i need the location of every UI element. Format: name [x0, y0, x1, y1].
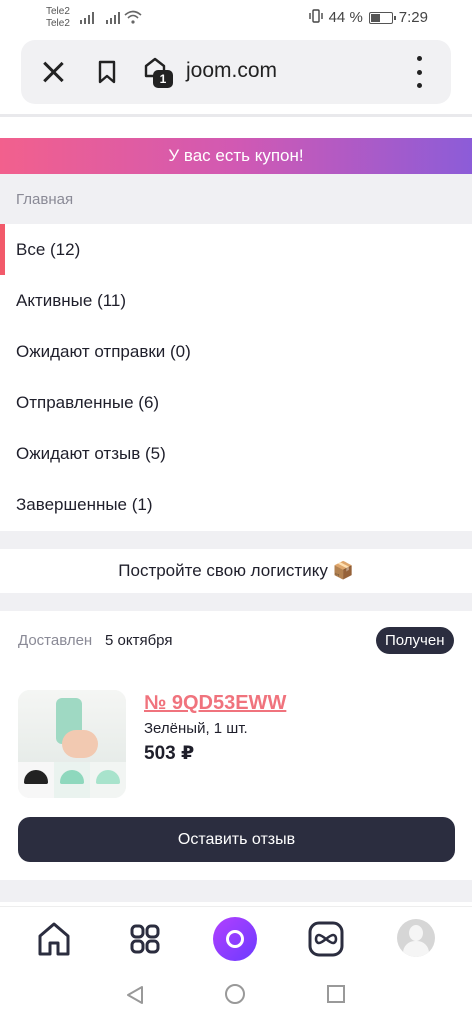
catalog-icon[interactable]: [125, 919, 165, 959]
signal-icon: [106, 12, 120, 24]
section-divider: [0, 880, 472, 902]
carrier-1: Tele2: [46, 6, 70, 17]
recent-apps-icon[interactable]: [327, 985, 345, 1003]
carrier-names: Tele2 Tele2: [46, 6, 70, 30]
breadcrumb-home[interactable]: Главная: [16, 191, 73, 208]
infinity-icon[interactable]: [306, 919, 346, 959]
bookmark-icon[interactable]: [98, 60, 116, 84]
status-right: 44 % 7:29: [308, 9, 428, 26]
filter-active[interactable]: Активные (11): [0, 275, 472, 326]
bottom-navigation: [0, 906, 472, 968]
filter-awaiting-shipment[interactable]: Ожидают отправки (0): [0, 326, 472, 377]
filter-awaiting-review[interactable]: Ожидают отзыв (5): [0, 428, 472, 479]
battery-icon: [368, 11, 396, 24]
order-variant: Зелёный, 1 шт.: [144, 720, 248, 737]
divider: [0, 114, 472, 117]
logistics-banner[interactable]: Постройте свою логистику 📦: [0, 549, 472, 593]
order-number-link[interactable]: № 9QD53EWW: [144, 692, 286, 715]
product-image-strip: [18, 762, 126, 798]
filter-shipped[interactable]: Отправленные (6): [0, 377, 472, 428]
back-icon[interactable]: [125, 985, 145, 1010]
browser-toolbar: 1 joom.com: [21, 40, 451, 104]
leave-review-button[interactable]: Оставить отзыв: [18, 817, 455, 862]
product-image: [18, 690, 126, 762]
tab-count[interactable]: 1: [153, 70, 173, 88]
home-circle-icon[interactable]: [225, 984, 245, 1004]
alice-icon[interactable]: [213, 917, 257, 961]
status-badge: Получен: [376, 627, 454, 654]
filter-all[interactable]: Все (12): [0, 224, 472, 275]
order-price: 503 ₽: [144, 743, 195, 764]
order-date: 5 октября: [105, 632, 173, 649]
order-status-label: Доставлен: [18, 632, 93, 649]
profile-avatar[interactable]: [397, 919, 435, 957]
carrier-2: Tele2: [46, 18, 70, 29]
section-divider: [0, 531, 472, 549]
battery-percent: 44 %: [328, 9, 363, 26]
filter-completed[interactable]: Завершенные (1): [0, 479, 472, 530]
product-thumbnail[interactable]: [18, 690, 126, 798]
signal-icon: [80, 12, 94, 24]
clock: 7:29: [398, 9, 428, 26]
wifi-icon: [124, 10, 142, 27]
breadcrumb: Главная: [0, 174, 472, 224]
home-icon[interactable]: [34, 919, 74, 959]
more-vertical-icon[interactable]: [415, 56, 423, 88]
close-icon[interactable]: [39, 58, 67, 86]
vibrate-icon: [308, 9, 323, 26]
order-filter-list: Все (12) Активные (11) Ожидают отправки …: [0, 224, 472, 530]
system-navigation: [0, 968, 472, 1024]
coupon-banner[interactable]: У вас есть купон!: [0, 138, 472, 174]
section-divider: [0, 593, 472, 611]
url-field[interactable]: joom.com: [186, 59, 277, 83]
status-bar: Tele2 Tele2 44 % 7:29: [0, 0, 472, 36]
